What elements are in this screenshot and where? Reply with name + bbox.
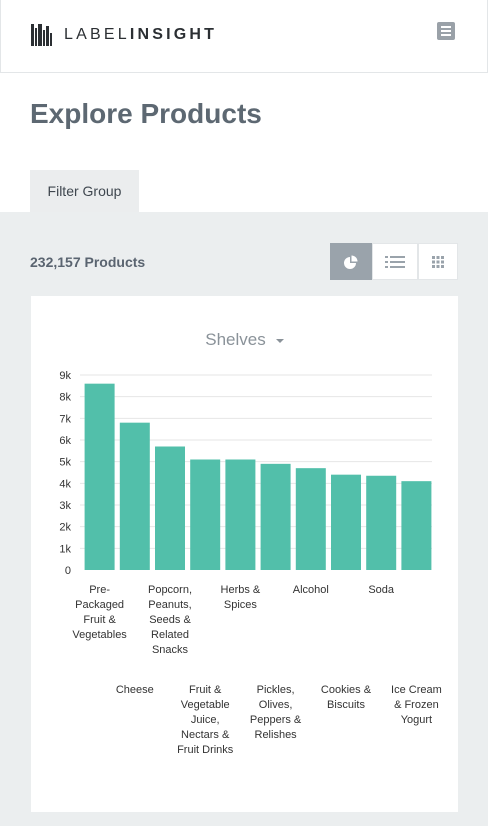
results-panel: 232,157 Products Shelves 0 1k 2k 3k 4k 5… xyxy=(0,212,488,826)
tab-filter-group[interactable]: Filter Group xyxy=(30,170,139,212)
bar[interactable] xyxy=(295,468,326,570)
bar[interactable] xyxy=(401,481,432,570)
x-tick-label: Pickles, Olives, Peppers & Relishes xyxy=(249,684,302,741)
product-count: 232,157 Products xyxy=(30,254,146,270)
logo-text: LABELINSIGHT xyxy=(64,26,218,43)
x-tick-label: Fruit & Vegetable Juice, Nectars & Fruit… xyxy=(177,684,234,756)
list-view-button[interactable] xyxy=(372,243,418,280)
bar[interactable] xyxy=(119,422,150,570)
bar[interactable] xyxy=(260,463,291,570)
chart-view-button[interactable] xyxy=(330,243,372,280)
app-header: LABELINSIGHT xyxy=(0,0,488,73)
x-tick-label: Ice Cream & Frozen Yogurt xyxy=(391,684,442,726)
x-tick-label: Popcorn, Peanuts, Seeds & Related Snacks xyxy=(147,584,193,656)
label-insight-logo[interactable]: LABELINSIGHT xyxy=(31,24,217,46)
y-tick-label: 6k xyxy=(59,435,71,447)
y-tick-label: 4k xyxy=(59,478,71,490)
x-tick-label: Cookies & Biscuits xyxy=(320,684,372,711)
y-tick-label: 3k xyxy=(59,500,71,512)
grid-icon xyxy=(432,255,444,268)
y-tick-label: 1k xyxy=(59,543,71,555)
bar[interactable] xyxy=(366,475,397,570)
page-title: Explore Products xyxy=(30,98,262,129)
y-tick-label: 2k xyxy=(59,522,71,534)
x-tick-label: Herbs & Spices xyxy=(220,584,261,611)
x-tick-label: Pre-Packaged Fruit & Vegetables xyxy=(72,584,127,641)
x-tick-label: Soda xyxy=(368,584,395,596)
barcode-logo-icon xyxy=(31,24,52,46)
bar-chart: 0 1k 2k 3k 4k 5k 6k 7k 8k 9k xyxy=(59,370,432,577)
view-toggle xyxy=(330,243,458,280)
bar[interactable] xyxy=(155,446,185,571)
chart-card: Shelves 0 1k 2k 3k 4k 5k 6k 7k 8k 9k Pre-Packaged… xyxy=(31,296,458,812)
x-tick-label: Alcohol xyxy=(292,584,329,596)
bar[interactable] xyxy=(331,474,361,570)
list-icon xyxy=(385,255,405,268)
bar[interactable] xyxy=(225,459,256,571)
y-tick-label: 8k xyxy=(59,392,71,404)
grid-view-button[interactable] xyxy=(418,243,458,280)
bar[interactable] xyxy=(84,383,115,570)
bar[interactable] xyxy=(190,459,221,571)
y-tick-label: 5k xyxy=(59,457,71,469)
x-tick-label: Cheese xyxy=(115,684,154,696)
pie-chart-icon xyxy=(344,255,358,269)
y-tick-label: 0 xyxy=(65,565,71,577)
y-tick-label: 7k xyxy=(59,413,71,425)
y-tick-label: 9k xyxy=(59,370,71,382)
hamburger-icon[interactable] xyxy=(437,22,455,40)
